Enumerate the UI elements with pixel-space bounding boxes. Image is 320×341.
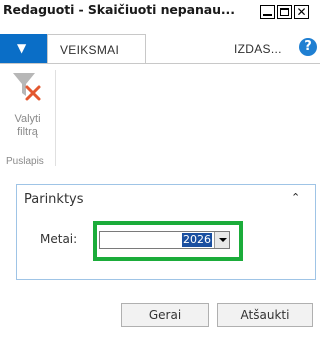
tab-veiksmai-label: VEIKSMAI <box>60 43 120 57</box>
clear-filter-label-line1: Valyti <box>14 113 41 125</box>
collapse-icon[interactable]: ⌃ <box>291 192 303 203</box>
cancel-button[interactable]: Atšaukti <box>217 303 313 327</box>
ribbon-group-separator <box>55 70 56 166</box>
minimize-button[interactable] <box>260 5 275 19</box>
year-label: Metai: <box>40 232 78 246</box>
close-button[interactable]: ✕ <box>294 5 309 19</box>
year-value: 2026 <box>182 233 212 247</box>
ribbon-group-label: Puslapis <box>6 156 44 167</box>
ok-button[interactable]: Gerai <box>121 303 209 327</box>
year-input[interactable]: 2026 <box>99 231 230 249</box>
chevron-down-icon: ▼ <box>17 41 27 55</box>
maximize-button[interactable] <box>277 5 292 19</box>
fasttab-title[interactable]: Parinktys <box>24 192 84 207</box>
clear-filter-icon <box>13 73 41 101</box>
dialog-window: Redaguoti - Skaičiuoti nepanau... ✕ ▼ VE… <box>0 0 320 341</box>
window-title: Redaguoti - Skaičiuoti nepanau... <box>3 2 235 17</box>
app-menu-button[interactable]: ▼ <box>0 34 47 64</box>
tab-veiksmai[interactable]: VEIKSMAI <box>47 34 146 64</box>
tab-izdas[interactable]: IZDAS... <box>234 42 282 56</box>
dropdown-arrow-icon[interactable] <box>214 232 229 248</box>
help-icon[interactable]: ? <box>299 38 317 56</box>
title-bar: Redaguoti - Skaičiuoti nepanau... ✕ <box>0 0 320 25</box>
clear-filter-button[interactable]: Valyti filtrą <box>0 113 55 139</box>
clear-filter-label-line2: filtrą <box>17 126 38 138</box>
